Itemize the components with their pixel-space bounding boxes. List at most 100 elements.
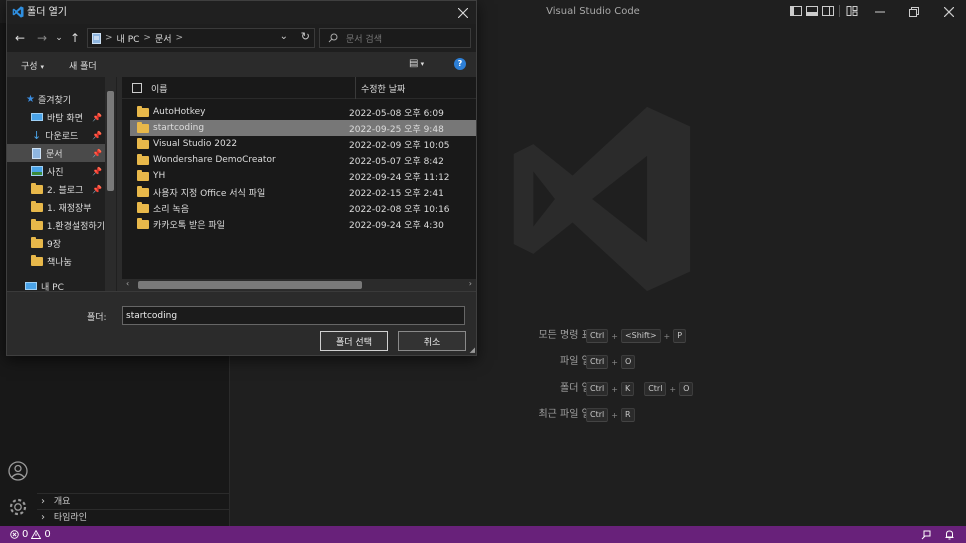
file-modified-date: 2022-05-07 오후 8:42 [349,156,444,167]
chevron-right-icon: › [41,512,45,523]
folder-icon [137,201,149,213]
navigation-pane: ★ 즐겨찾기 바탕 화면 📌 ↓ 다운로드 📌 문서 📌 사진 📌 2. 블로그… [7,77,117,291]
forward-arrow-icon[interactable]: → [35,30,49,46]
nav-item-label: 다운로드 [45,131,79,142]
notifications-bell-icon[interactable] [944,529,955,540]
address-bar[interactable]: > 내 PC > 문서 > ⌄ ↻ [87,28,315,48]
cancel-button[interactable]: 취소 [398,331,466,351]
accounts-icon[interactable] [7,460,29,482]
file-row-autohotkey[interactable]: AutoHotkey 2022-05-08 오후 6:09 [130,104,476,120]
file-row-wondershare[interactable]: Wondershare DemoCreator 2022-05-07 오후 8:… [130,152,476,168]
scrollbar-thumb[interactable] [138,281,362,289]
column-header-modified[interactable]: 수정한 날짜 [361,82,405,95]
toggle-panel-icon[interactable] [806,5,818,17]
outline-section-header[interactable]: › 개요 [37,493,230,509]
window-close-button[interactable] [932,0,966,23]
folder-name-input[interactable] [122,306,465,325]
status-bar: 0 0 [0,526,966,543]
nav-item-chapter9-folder[interactable]: 9장 [7,234,105,252]
key-plus: + [611,384,618,394]
search-box[interactable]: 문서 검색 [319,28,471,48]
problems-status[interactable]: 0 0 [10,526,51,543]
toggle-primary-sidebar-icon[interactable] [790,5,802,17]
chevron-right-icon: › [41,496,45,507]
help-icon[interactable]: ? [454,58,466,70]
dialog-bottom-panel: 폴더: 폴더 선택 취소 ◢ [7,291,476,355]
navigation-pane-scrollbar[interactable] [105,77,116,291]
view-options-icon[interactable]: ▤ ▾ [409,58,424,69]
dialog-close-button[interactable] [452,1,474,24]
pin-icon: 📌 [92,166,102,176]
customize-layout-icon[interactable] [846,5,858,17]
up-arrow-icon[interactable]: ↑ [68,30,82,46]
minimize-button[interactable] [863,0,897,23]
shortcut-open-folder: 폴더 열기 Ctrl + K Ctrl + O [230,381,966,397]
key-plus: + [611,410,618,420]
nav-item-settings-folder[interactable]: 1.환경설정하기 [7,216,105,234]
breadcrumb-item[interactable]: 문서 [155,32,172,45]
folder-icon [31,218,43,230]
pin-icon: 📌 [92,148,102,158]
error-icon [10,530,19,539]
file-row-startcoding[interactable]: startcoding 2022-09-25 오후 9:48 [130,120,476,136]
toggle-secondary-sidebar-icon[interactable] [822,5,834,17]
refresh-icon[interactable]: ↻ [301,30,310,43]
timeline-section-header[interactable]: › 타임라인 [37,509,230,525]
restore-button[interactable] [897,0,931,23]
file-row-visual-studio[interactable]: Visual Studio 2022 2022-02-09 오후 10:05 [130,136,476,152]
nav-item-downloads[interactable]: ↓ 다운로드 📌 [7,126,105,144]
select-folder-button[interactable]: 폴더 선택 [320,331,388,351]
feedback-icon[interactable] [921,529,932,540]
new-folder-button[interactable]: 새 폴더 [69,59,97,72]
file-list-horizontal-scrollbar[interactable]: ‹ › [122,279,476,291]
nav-item-label: 내 PC [41,282,64,292]
file-row-sound-recordings[interactable]: 소리 녹음 2022-02-08 오후 10:16 [130,200,476,216]
shortcut-keys: Ctrl + O [586,355,636,369]
nav-item-pictures[interactable]: 사진 📌 [7,162,105,180]
folder-icon [137,169,149,181]
folder-icon [31,182,43,194]
breadcrumb-separator: > [105,33,113,43]
close-icon [944,6,954,17]
nav-item-desktop[interactable]: 바탕 화면 📌 [7,108,105,126]
warning-count: 0 [44,529,51,540]
breadcrumb-item[interactable]: 내 PC [117,32,140,45]
gear-icon[interactable] [7,496,29,518]
open-folder-dialog: 폴더 열기 ← → ⌄ ↑ > 내 PC > 문서 > ⌄ ↻ 문서 검색 구성… [6,0,477,356]
file-modified-date: 2022-02-15 오후 2:41 [349,188,444,199]
column-header-name[interactable]: 이름 [151,82,168,95]
scroll-right-icon[interactable]: › [469,279,472,288]
organize-menu-button[interactable]: 구성 ▾ [21,59,44,72]
nav-item-book-share-folder[interactable]: 책나눔 [7,252,105,270]
key-plus: + [611,331,618,341]
recent-locations-chevron-icon[interactable]: ⌄ [52,30,66,46]
address-dropdown-chevron-icon[interactable]: ⌄ [280,31,288,42]
dialog-toolbar: 구성 ▾ 새 폴더 ▤ ▾ ? [7,52,476,77]
back-arrow-icon[interactable]: ← [13,30,27,46]
file-row-kakaotalk-files[interactable]: 카카오톡 받은 파일 2022-09-24 오후 4:30 [130,216,476,232]
shortcut-keys: Ctrl + <Shift> + P [586,329,687,343]
file-row-office-templates[interactable]: 사용자 지정 Office 서식 파일 2022-02-15 오후 2:41 [130,184,476,200]
search-icon [328,33,338,43]
file-modified-date: 2022-09-25 오후 9:48 [349,124,444,135]
timeline-section-label: 타임라인 [53,513,87,523]
file-name: 사용자 지정 Office 서식 파일 [153,188,266,199]
nav-item-ledger-folder[interactable]: 1. 재정장부 [7,198,105,216]
scroll-left-icon[interactable]: ‹ [126,279,129,288]
nav-item-blog-folder[interactable]: 2. 블로그 📌 [7,180,105,198]
folder-icon [137,217,149,229]
nav-item-quick-access[interactable]: ★ 즐겨찾기 [7,90,105,108]
nav-item-this-pc[interactable]: 내 PC [7,277,105,291]
shortcut-label: 폴더 열기 [560,383,600,394]
column-divider[interactable] [355,77,356,99]
scrollbar-thumb[interactable] [107,91,114,191]
select-all-checkbox[interactable] [132,83,142,93]
pin-icon: 📌 [92,130,102,140]
file-row-yh[interactable]: YH 2022-09-24 오후 11:12 [130,168,476,184]
warning-icon [31,530,42,539]
sort-ascending-icon: ⌃ [240,77,248,84]
dialog-title: 폴더 열기 [27,7,67,18]
nav-item-documents[interactable]: 문서 📌 [7,144,105,162]
outline-section-label: 개요 [53,497,71,507]
resize-grip-icon[interactable]: ◢ [470,346,475,354]
